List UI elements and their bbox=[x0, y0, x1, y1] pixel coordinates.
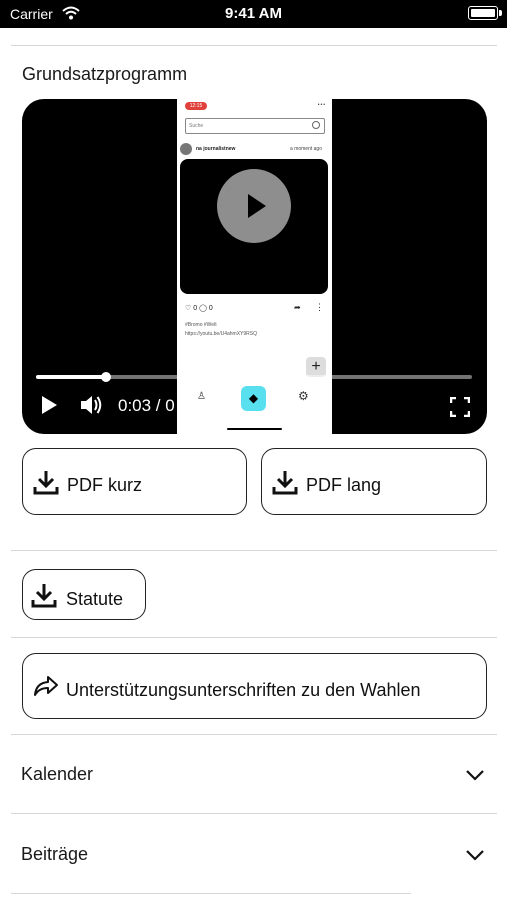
chevron-down-icon bbox=[465, 846, 485, 867]
download-icon bbox=[33, 469, 59, 500]
gear-icon: ⚙ bbox=[298, 389, 309, 403]
pdf-long-button[interactable]: PDF lang bbox=[261, 448, 487, 515]
download-icon bbox=[272, 469, 298, 500]
divider bbox=[11, 893, 411, 894]
share-icon: ➦ bbox=[294, 303, 301, 312]
video-progress-fill bbox=[36, 375, 106, 379]
section-title: Grundsatzprogramm bbox=[22, 64, 188, 84]
layers-icon: ◆ bbox=[241, 386, 266, 411]
video-progress-handle[interactable] bbox=[100, 372, 111, 382]
app-username: na journalistnew bbox=[196, 146, 236, 152]
divider bbox=[11, 550, 497, 551]
posts-label: Beiträge bbox=[21, 844, 89, 864]
clock: 9:41 AM bbox=[225, 5, 282, 22]
heart-icon: ♡ bbox=[185, 305, 192, 312]
pdf-short-button[interactable]: PDF kurz bbox=[22, 448, 247, 515]
more-icon: ⋮ bbox=[315, 302, 324, 312]
like-count: 0 bbox=[193, 305, 198, 312]
calendar-row[interactable]: Kalender bbox=[21, 764, 487, 788]
calendar-label: Kalender bbox=[21, 764, 94, 784]
app-status-icons: ••• bbox=[317, 102, 326, 108]
avatar bbox=[180, 143, 192, 155]
download-icon bbox=[31, 582, 57, 613]
comment-count: 0 bbox=[208, 305, 213, 312]
app-link: https://youtu.be/U4ahmXY9RSQ bbox=[185, 331, 257, 337]
plus-icon: + bbox=[306, 357, 326, 377]
divider bbox=[11, 734, 497, 735]
posts-row[interactable]: Beiträge bbox=[21, 844, 487, 868]
app-post-caption: #Bromo #Welt https://youtu.be/U4ahmXY9RS… bbox=[185, 321, 257, 339]
statute-button[interactable]: Statute bbox=[22, 569, 146, 620]
volume-icon[interactable] bbox=[79, 394, 103, 421]
pdf-long-label: PDF lang bbox=[306, 475, 382, 495]
chevron-down-icon bbox=[465, 766, 485, 787]
video-player[interactable]: 12:15 ••• Suche na journalistnew a momen… bbox=[22, 99, 487, 434]
search-icon bbox=[312, 121, 320, 129]
status-bar: Carrier 9:41 AM bbox=[0, 0, 507, 28]
video-time: 0:03 / 0 bbox=[118, 396, 175, 415]
play-icon bbox=[217, 169, 291, 243]
support-signatures-button[interactable]: Unterstützungsunterschriften zu den Wahl… bbox=[22, 653, 487, 719]
share-icon bbox=[33, 675, 59, 702]
divider bbox=[11, 45, 497, 46]
app-search-box: Suche bbox=[185, 118, 325, 134]
divider bbox=[11, 813, 497, 814]
app-status-pill: 12:15 bbox=[185, 102, 207, 110]
pdf-short-label: PDF kurz bbox=[67, 475, 143, 495]
app-post-time: a moment ago bbox=[290, 146, 322, 152]
app-search-placeholder: Suche bbox=[189, 123, 204, 129]
comment-icon: ◯ bbox=[199, 305, 207, 312]
divider bbox=[11, 637, 497, 638]
play-button[interactable] bbox=[42, 396, 57, 414]
app-hashtags: #Bromo #Welt bbox=[185, 322, 217, 328]
person-icon: ♙ bbox=[197, 391, 206, 402]
app-post-actions: ♡ 0 ◯ 0 bbox=[185, 304, 213, 312]
support-signatures-label: Unterstützungsunterschriften zu den Wahl… bbox=[66, 680, 421, 700]
fullscreen-icon[interactable] bbox=[449, 396, 471, 422]
home-indicator bbox=[227, 428, 282, 430]
video-frame-app-screenshot: 12:15 ••• Suche na journalistnew a momen… bbox=[177, 99, 332, 434]
video-progress-bar[interactable] bbox=[36, 372, 472, 382]
battery-icon bbox=[468, 6, 502, 20]
statute-label: Statute bbox=[66, 589, 124, 609]
